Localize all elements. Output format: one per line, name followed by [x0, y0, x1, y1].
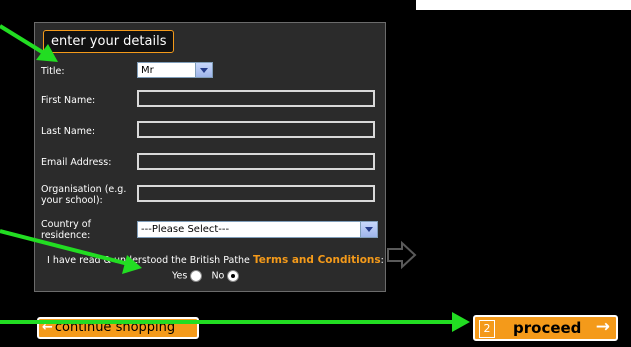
annotation-arrow-icon	[0, 24, 58, 62]
annotation-arrows	[0, 24, 470, 332]
annotation-arrow-icon	[0, 312, 470, 332]
annotation-arrow-icon	[0, 229, 142, 274]
